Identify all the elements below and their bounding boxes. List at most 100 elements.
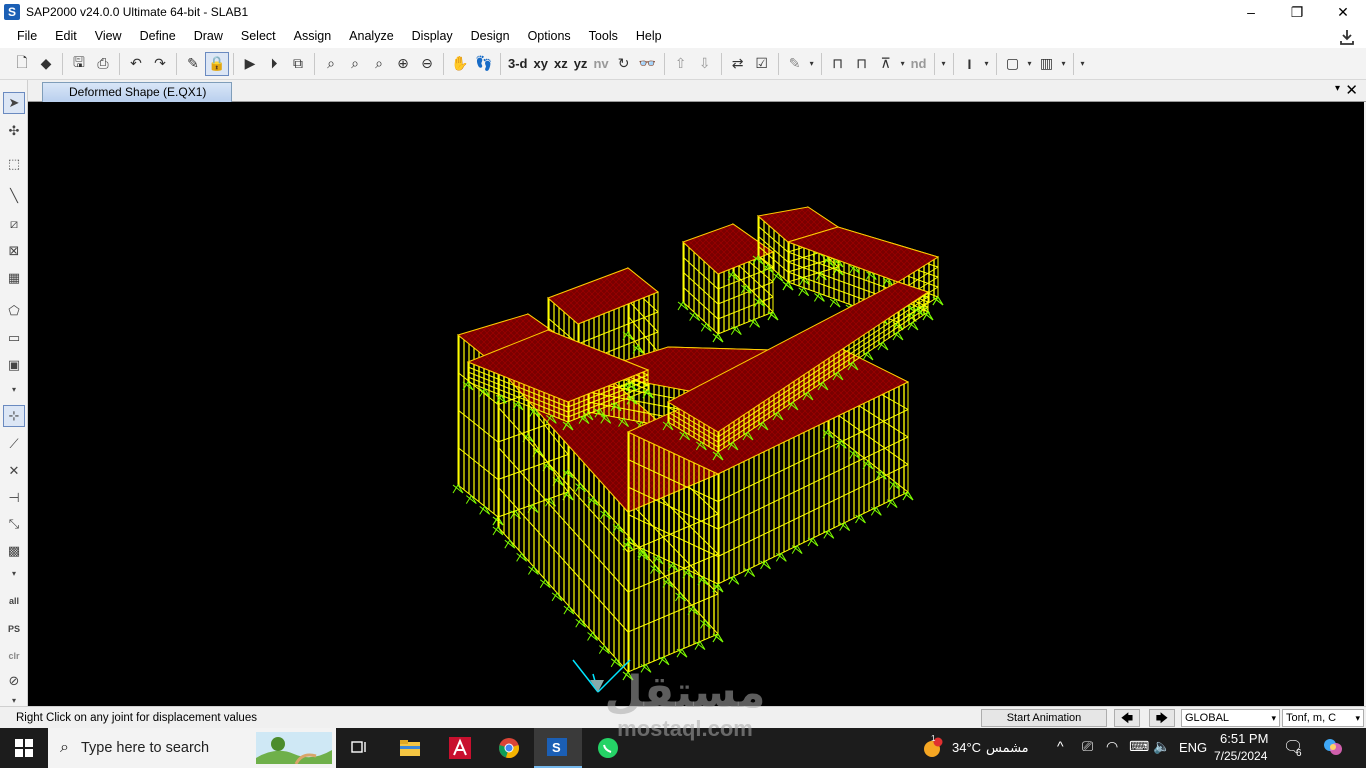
view-yz-button[interactable]: yz: [571, 52, 591, 76]
section-dropdown-icon[interactable]: ▾: [1025, 52, 1035, 76]
previous-step-button[interactable]: 🡄: [1114, 709, 1140, 727]
wifi-icon[interactable]: ◠: [1106, 738, 1118, 755]
draw-dropdown-icon[interactable]: ▾: [3, 378, 25, 400]
menu-analyze[interactable]: Analyze: [340, 24, 402, 48]
set-display-options-icon[interactable]: ☑: [750, 52, 774, 76]
minimize-button[interactable]: –: [1228, 0, 1274, 24]
draw-frame-icon[interactable]: ╲: [3, 185, 25, 207]
perspective-icon[interactable]: 👓: [636, 52, 660, 76]
draw-cable-icon[interactable]: ✕: [3, 460, 25, 482]
forces-dropdown-icon[interactable]: ▾: [898, 52, 908, 76]
volume-icon[interactable]: 🔈: [1153, 738, 1170, 755]
redo-icon[interactable]: ↷: [148, 52, 172, 76]
start-animation-button[interactable]: Start Animation: [981, 709, 1107, 727]
chrome-icon[interactable]: [485, 728, 533, 768]
draw-link-icon[interactable]: ⟋: [3, 433, 25, 455]
next-step-button[interactable]: 🡆: [1149, 709, 1175, 727]
weather-description[interactable]: مشمس: [986, 740, 1029, 756]
view-3d-button[interactable]: 3-d: [505, 52, 531, 76]
autocad-icon[interactable]: [436, 728, 484, 768]
clear-selection-button[interactable]: clr: [3, 645, 25, 667]
zoom-window-icon[interactable]: ⌕: [319, 52, 343, 76]
pointer-icon[interactable]: ➤: [3, 92, 25, 114]
draw-grid-frame-icon[interactable]: ▦: [3, 267, 25, 289]
zoom-in-icon[interactable]: ⊕: [391, 52, 415, 76]
select-joint-icon[interactable]: ⊹: [3, 405, 25, 427]
assign-icon[interactable]: ✎: [783, 52, 807, 76]
refresh-view-icon[interactable]: ✎: [181, 52, 205, 76]
show-deformed-icon[interactable]: ⊓: [850, 52, 874, 76]
start-button[interactable]: [0, 728, 48, 768]
draw-brace-icon[interactable]: ⧄: [3, 213, 25, 235]
tab-close-icon[interactable]: ✕: [1345, 81, 1358, 99]
menu-tools[interactable]: Tools: [580, 24, 627, 48]
file-explorer-icon[interactable]: [386, 728, 434, 768]
units-select[interactable]: Tonf, m, C ▾: [1282, 709, 1364, 727]
keyboard-icon[interactable]: ⌨: [1129, 738, 1149, 755]
move-up-icon[interactable]: ⇧: [669, 52, 693, 76]
clock-date[interactable]: 7/25/2024: [1214, 749, 1267, 763]
tab-deformed-shape[interactable]: Deformed Shape (E.QX1): [42, 82, 232, 102]
assign-dropdown-icon[interactable]: ▾: [807, 52, 817, 76]
show-forces-icon[interactable]: ⊼: [874, 52, 898, 76]
input-language[interactable]: ENG: [1179, 740, 1207, 755]
menu-file[interactable]: File: [0, 24, 46, 48]
menu-select[interactable]: Select: [232, 24, 285, 48]
menu-view[interactable]: View: [86, 24, 131, 48]
copilot-icon[interactable]: [1323, 737, 1343, 760]
reshape-icon[interactable]: ✣: [3, 120, 25, 142]
download-icon[interactable]: [1338, 28, 1356, 46]
menu-help[interactable]: Help: [627, 24, 671, 48]
clock-time[interactable]: 6:51 PM: [1220, 731, 1268, 746]
coordinate-system-select[interactable]: GLOBAL ▾: [1181, 709, 1280, 727]
draw-cross-brace-icon[interactable]: ⊠: [3, 240, 25, 262]
section-designer-icon[interactable]: ▢: [1001, 52, 1025, 76]
display-dropdown-icon[interactable]: ▾: [939, 52, 949, 76]
deformed-shape-model[interactable]: [28, 102, 1364, 706]
undo-icon[interactable]: ↶: [124, 52, 148, 76]
draw-rect-area-icon[interactable]: ▭: [3, 327, 25, 349]
zoom-out-icon[interactable]: ⊖: [415, 52, 439, 76]
model-viewport[interactable]: [28, 102, 1364, 706]
tab-list-icon[interactable]: ▾: [1335, 83, 1340, 94]
run-now-icon[interactable]: ⏵: [262, 52, 286, 76]
restore-previous-zoom-icon[interactable]: ⌕: [367, 52, 391, 76]
draw-poly-area-icon[interactable]: ⬠: [3, 300, 25, 322]
whatsapp-icon[interactable]: [584, 728, 632, 768]
restore-full-view-icon[interactable]: ⌕: [343, 52, 367, 76]
snap-dropdown-icon[interactable]: ▾: [3, 562, 25, 584]
menu-options[interactable]: Options: [519, 24, 580, 48]
move-down-icon[interactable]: ⇩: [693, 52, 717, 76]
frame-section-icon[interactable]: ▥: [1035, 52, 1059, 76]
close-button[interactable]: ✕: [1320, 0, 1366, 24]
menu-assign[interactable]: Assign: [285, 24, 341, 48]
view-xy-button[interactable]: xy: [531, 52, 551, 76]
view-xz-button[interactable]: xz: [551, 52, 571, 76]
save-icon[interactable]: 🖫: [67, 52, 91, 76]
draw-tendon-icon[interactable]: ⊣: [3, 487, 25, 509]
design-dropdown-icon[interactable]: ▾: [982, 52, 992, 76]
meet-now-icon[interactable]: ⎚: [1082, 738, 1093, 755]
select-all-button[interactable]: all: [3, 590, 25, 612]
print-icon[interactable]: ⎙: [91, 52, 115, 76]
run-analysis-icon[interactable]: ▶: [238, 52, 262, 76]
pan-icon[interactable]: ✋: [448, 52, 472, 76]
lock-model-icon[interactable]: 🔒: [205, 51, 229, 76]
snap-grid-icon[interactable]: ▩: [3, 540, 25, 562]
draw-solid-icon[interactable]: ⤡: [3, 513, 25, 535]
previous-selection-button[interactable]: PS: [3, 618, 25, 640]
show-undeformed-icon[interactable]: ⊓: [826, 52, 850, 76]
frame-dropdown-icon[interactable]: ▾: [1059, 52, 1069, 76]
view-nv-button[interactable]: nv: [590, 52, 611, 76]
menu-display[interactable]: Display: [403, 24, 462, 48]
menu-edit[interactable]: Edit: [46, 24, 86, 48]
restore-button[interactable]: ❐: [1274, 0, 1320, 24]
weather-temperature[interactable]: 34°C: [952, 740, 981, 755]
open-model-icon[interactable]: ◆: [34, 52, 58, 76]
nd-button[interactable]: nd: [908, 52, 930, 76]
task-view-icon[interactable]: [336, 728, 384, 768]
show-hidden-icons-icon[interactable]: ^: [1057, 738, 1064, 754]
menu-design[interactable]: Design: [462, 24, 519, 48]
sap2000-taskbar-icon[interactable]: S: [534, 728, 582, 768]
design-icon[interactable]: I: [958, 52, 982, 76]
